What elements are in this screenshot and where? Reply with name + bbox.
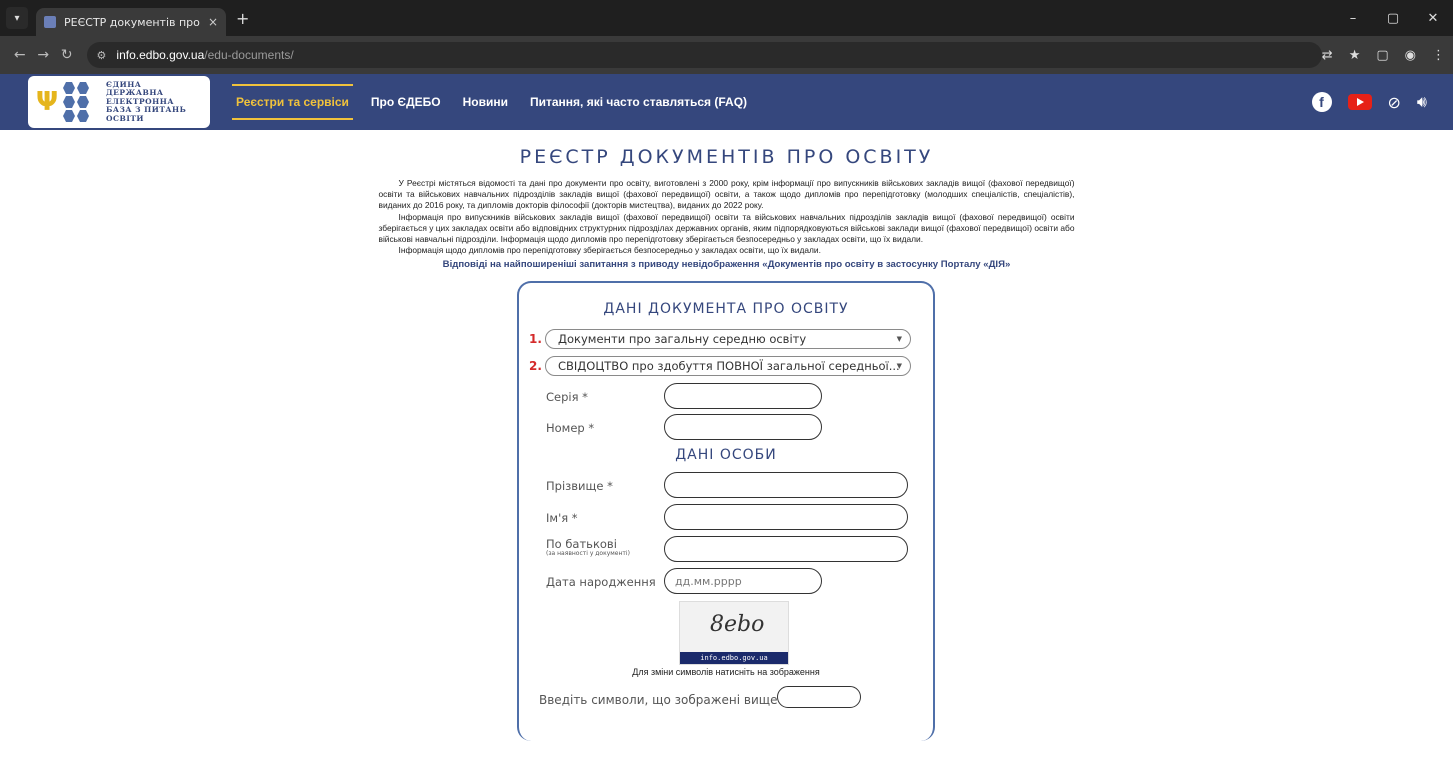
nav-registries[interactable]: Реєстри та сервіси (232, 74, 353, 130)
header-icons: f ⊘ 🔊︎ (1311, 74, 1427, 130)
youtube-icon[interactable] (1347, 94, 1372, 110)
logo-text: ЄДИНА ДЕРЖАВНА ЕЛЕКТРОННА БАЗА З ПИТАНЬ … (106, 79, 187, 123)
translate-icon[interactable]: ⇄ (1322, 48, 1333, 63)
captcha-text: 8ebo (710, 612, 765, 637)
surname-label: Прізвище * (546, 479, 613, 493)
intro-paragraph-3: Інформація щодо дипломів про перепідгото… (398, 245, 821, 256)
birthdate-input[interactable]: дд.мм.рррр (664, 568, 822, 594)
patronymic-label-text: По батькові (546, 537, 617, 551)
captcha-hint: Для зміни символів натисніть на зображен… (632, 667, 820, 677)
step-number-2: 2. (529, 359, 542, 373)
document-data-heading: ДАНІ ДОКУМЕНТА ПРО ОСВІТУ (603, 301, 849, 317)
name-input[interactable] (664, 504, 908, 530)
document-kind-value: СВІДОЦТВО про здобуття ПОВНОЇ загальної … (558, 359, 900, 373)
maximize-button[interactable]: ▢ (1373, 11, 1413, 26)
select-row-1: 1. Документи про загальну середню освіту… (529, 329, 911, 349)
intro-paragraph-2: Інформація про випускників військових за… (378, 211, 1075, 245)
captcha-code-label: Введіть символи, що зображені вище (539, 693, 778, 707)
back-icon[interactable]: ← (8, 47, 32, 63)
select-row-2: 2. СВІДОЦТВО про здобуття ПОВНОЇ загальн… (529, 356, 911, 376)
hexagon-icon (62, 81, 102, 123)
number-input[interactable] (664, 414, 822, 440)
minimize-button[interactable]: – (1333, 11, 1373, 26)
number-label: Номер * (546, 421, 595, 435)
window-controls: – ▢ ✕ (1333, 0, 1453, 36)
browser-tab[interactable]: РЕЄСТР документів про освіт × (36, 8, 226, 36)
tab-title: РЕЄСТР документів про освіт (64, 15, 202, 29)
intro-paragraph-1: У Реєстрі містяться відомості та дані пр… (378, 178, 1075, 211)
favicon-icon (44, 16, 56, 28)
close-window-button[interactable]: ✕ (1413, 11, 1453, 26)
series-label: Серія * (546, 390, 588, 404)
address-bar: ← → ↻ ⚙ info.edbo.gov.ua/edu-documents/ … (0, 36, 1453, 74)
eye-slash-icon[interactable]: ⊘ (1388, 93, 1401, 112)
reload-icon[interactable]: ↻ (55, 47, 79, 63)
nav-news[interactable]: Новини (463, 74, 508, 130)
new-tab-button[interactable]: + (236, 9, 249, 28)
facebook-icon[interactable]: f (1311, 92, 1332, 112)
faq-diia-link[interactable]: Відповіді на найпоширеніші запитання з п… (379, 259, 1075, 270)
menu-kebab-icon[interactable]: ⋮ (1432, 48, 1445, 63)
site-info-icon[interactable]: ⚙ (97, 49, 107, 62)
patronymic-label: По батькові (за наявності у документі) (546, 537, 630, 557)
captcha-code-input[interactable] (777, 686, 861, 708)
surname-input[interactable] (664, 472, 908, 498)
browser-tabbar: ▾ РЕЄСТР документів про освіт × + – ▢ ✕ (0, 0, 1453, 36)
bookmark-star-icon[interactable]: ★ (1349, 48, 1361, 63)
page-title: РЕЄСТР ДОКУМЕНТІВ ПРО ОСВІТУ (519, 146, 934, 168)
browser-toolbar: ⇄ ★ ▢ ◉ ⋮ (1322, 48, 1445, 63)
step-number-1: 1. (529, 332, 542, 346)
url-input[interactable]: ⚙ info.edbo.gov.ua/edu-documents/ (86, 42, 1322, 68)
nav-faq[interactable]: Питання, які часто ставляться (FAQ) (530, 74, 747, 130)
document-type-value: Документи про загальну середню освіту (558, 332, 807, 346)
extensions-icon[interactable]: ▢ (1376, 48, 1388, 63)
profile-icon[interactable]: ◉ (1405, 48, 1416, 63)
tab-close-button[interactable]: × (208, 15, 218, 29)
series-input[interactable] (664, 383, 822, 409)
url-host: info.edbo.gov.ua (116, 48, 205, 62)
main-nav: Реєстри та сервіси Про ЄДЕБО Новини Пита… (232, 74, 769, 130)
patronymic-note: (за наявності у документі) (546, 550, 630, 557)
captcha-image[interactable]: 8ebo info.edbo.gov.ua (679, 601, 789, 665)
intro-text: У Реєстрі містяться відомості та дані пр… (379, 178, 1075, 256)
birthdate-label: Дата народження (546, 575, 656, 589)
speaker-icon[interactable]: 🔊︎ (1417, 92, 1427, 112)
document-kind-select[interactable]: СВІДОЦТВО про здобуття ПОВНОЇ загальної … (545, 356, 911, 376)
site-header: Ψ ЄДИНА ДЕРЖАВНА ЕЛЕКТРОННА БАЗА З ПИТАН… (0, 74, 1453, 130)
name-label: Ім'я * (546, 511, 578, 525)
forward-icon[interactable]: → (32, 47, 56, 63)
tab-search-button[interactable]: ▾ (6, 7, 28, 29)
captcha-site: info.edbo.gov.ua (680, 652, 788, 664)
chevron-down-icon: ▼ (896, 362, 902, 370)
nav-about[interactable]: Про ЄДЕБО (371, 74, 441, 130)
search-form: ДАНІ ДОКУМЕНТА ПРО ОСВІТУ 1. Документи п… (517, 281, 935, 741)
trident-icon: Ψ (35, 87, 59, 117)
edbo-logo[interactable]: Ψ ЄДИНА ДЕРЖАВНА ЕЛЕКТРОННА БАЗА З ПИТАН… (28, 76, 210, 128)
person-data-heading: ДАНІ ОСОБИ (675, 447, 777, 463)
url-path: /edu-documents/ (204, 48, 294, 62)
page-content: РЕЄСТР ДОКУМЕНТІВ ПРО ОСВІТУ У Реєстрі м… (0, 146, 1453, 270)
patronymic-input[interactable] (664, 536, 908, 562)
chevron-down-icon: ▼ (896, 335, 902, 343)
document-type-select[interactable]: Документи про загальну середню освіту ▼ (545, 329, 911, 349)
